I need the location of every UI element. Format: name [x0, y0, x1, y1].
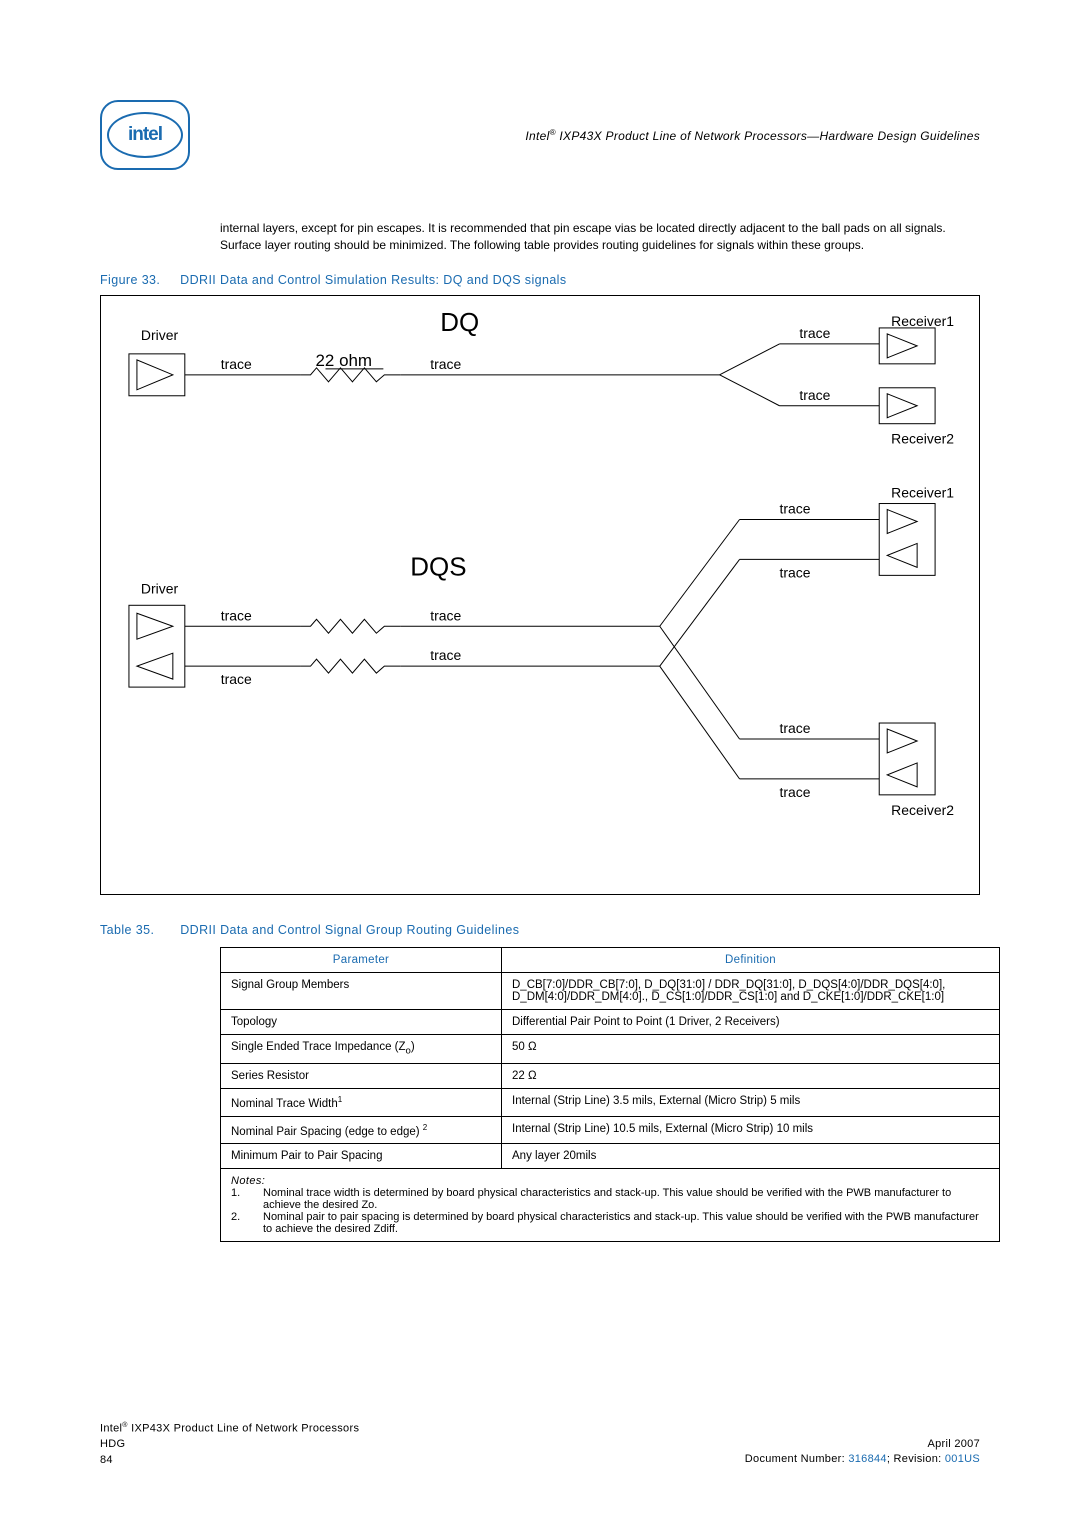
document-title: Intel® IXP43X Product Line of Network Pr… — [525, 128, 980, 143]
def-cell: Internal (Strip Line) 3.5 mils, External… — [502, 1088, 1000, 1116]
receiver1-label: Receiver1 — [891, 313, 954, 329]
trace-label: trace — [799, 387, 830, 403]
def-cell: Internal (Strip Line) 10.5 mils, Externa… — [502, 1116, 1000, 1144]
note-index: 2. — [231, 1211, 245, 1235]
figure-caption: Figure 33. DDRII Data and Control Simula… — [100, 273, 980, 287]
col-parameter: Parameter — [221, 948, 502, 973]
footer-hdg: HDG — [100, 1437, 359, 1452]
table-row: Single Ended Trace Impedance (Zo) 50 Ω — [221, 1035, 1000, 1063]
footer-product: Intel® IXP43X Product Line of Network Pr… — [100, 1421, 359, 1437]
def-cell: 50 Ω — [502, 1035, 1000, 1063]
table-title: DDRII Data and Control Signal Group Rout… — [180, 923, 519, 937]
trace-label: trace — [221, 356, 252, 372]
trace-label: trace — [799, 325, 830, 341]
param-cell: Minimum Pair to Pair Spacing — [221, 1144, 502, 1169]
param-cell: Signal Group Members — [221, 973, 502, 1010]
page-header: intel Intel® IXP43X Product Line of Netw… — [100, 100, 980, 170]
table-notes-row: Notes: 1. Nominal trace width is determi… — [221, 1169, 1000, 1242]
intel-logo-text: intel — [107, 112, 183, 158]
trace-label: trace — [430, 607, 461, 623]
dq-title: DQ — [440, 309, 479, 337]
figure-title: DDRII Data and Control Simulation Result… — [180, 273, 566, 287]
table-row: Minimum Pair to Pair Spacing Any layer 2… — [221, 1144, 1000, 1169]
def-cell: 22 Ω — [502, 1063, 1000, 1088]
doc-title-prefix: Intel — [525, 129, 549, 143]
table-row: Series Resistor 22 Ω — [221, 1063, 1000, 1088]
receiver2-label: Receiver2 — [891, 802, 954, 818]
footer-docnum: Document Number: 316844; Revision: 001US — [745, 1452, 980, 1467]
table-row: Topology Differential Pair Point to Poin… — [221, 1010, 1000, 1035]
footer-page-number: 84 — [100, 1453, 359, 1468]
page-footer: Intel® IXP43X Product Line of Network Pr… — [100, 1421, 980, 1468]
driver-label: Driver — [141, 327, 179, 343]
table-row: Nominal Trace Width1 Internal (Strip Lin… — [221, 1088, 1000, 1116]
def-cell: Any layer 20mils — [502, 1144, 1000, 1169]
footer-date: April 2007 — [745, 1437, 980, 1452]
driver-label: Driver — [141, 580, 179, 596]
trace-label: trace — [779, 500, 810, 516]
note-text: Nominal trace width is determined by boa… — [263, 1187, 989, 1211]
table-row: Nominal Pair Spacing (edge to edge) 2 In… — [221, 1116, 1000, 1144]
trace-label: trace — [430, 647, 461, 663]
receiver2-label: Receiver2 — [891, 430, 954, 446]
trace-label: trace — [221, 671, 252, 687]
note-text: Nominal pair to pair spacing is determin… — [263, 1211, 989, 1235]
table-label: Table 35. — [100, 923, 154, 937]
notes-head: Notes: — [231, 1175, 989, 1187]
routing-guidelines-table: Parameter Definition Signal Group Member… — [220, 947, 1000, 1242]
trace-label: trace — [430, 356, 461, 372]
def-cell: Differential Pair Point to Point (1 Driv… — [502, 1010, 1000, 1035]
table-row: Signal Group Members D_CB[7:0]/DDR_CB[7:… — [221, 973, 1000, 1010]
figure-33: .t { font-family: Arial, sans-serif; fon… — [100, 295, 980, 896]
trace-label: trace — [779, 564, 810, 580]
param-cell: Nominal Pair Spacing (edge to edge) 2 — [221, 1116, 502, 1144]
param-cell: Single Ended Trace Impedance (Zo) — [221, 1035, 502, 1063]
ohm-label: 22 ohm — [316, 351, 373, 370]
param-cell: Nominal Trace Width1 — [221, 1088, 502, 1116]
param-cell: Topology — [221, 1010, 502, 1035]
receiver1-label: Receiver1 — [891, 484, 954, 500]
table-caption: Table 35. DDRII Data and Control Signal … — [100, 923, 980, 937]
simulation-diagram: .t { font-family: Arial, sans-serif; fon… — [101, 296, 979, 895]
intro-paragraph: internal layers, except for pin escapes.… — [220, 220, 980, 255]
doc-title-suffix: IXP43X Product Line of Network Processor… — [556, 129, 980, 143]
intel-logo: intel — [100, 100, 190, 170]
param-cell: Series Resistor — [221, 1063, 502, 1088]
col-definition: Definition — [502, 948, 1000, 973]
note-index: 1. — [231, 1187, 245, 1211]
figure-label: Figure 33. — [100, 273, 160, 287]
trace-label: trace — [779, 784, 810, 800]
trace-label: trace — [779, 720, 810, 736]
def-cell: D_CB[7:0]/DDR_CB[7:0], D_DQ[31:0] / DDR_… — [502, 973, 1000, 1010]
trace-label: trace — [221, 607, 252, 623]
dqs-title: DQS — [410, 553, 466, 581]
notes-cell: Notes: 1. Nominal trace width is determi… — [221, 1169, 1000, 1242]
